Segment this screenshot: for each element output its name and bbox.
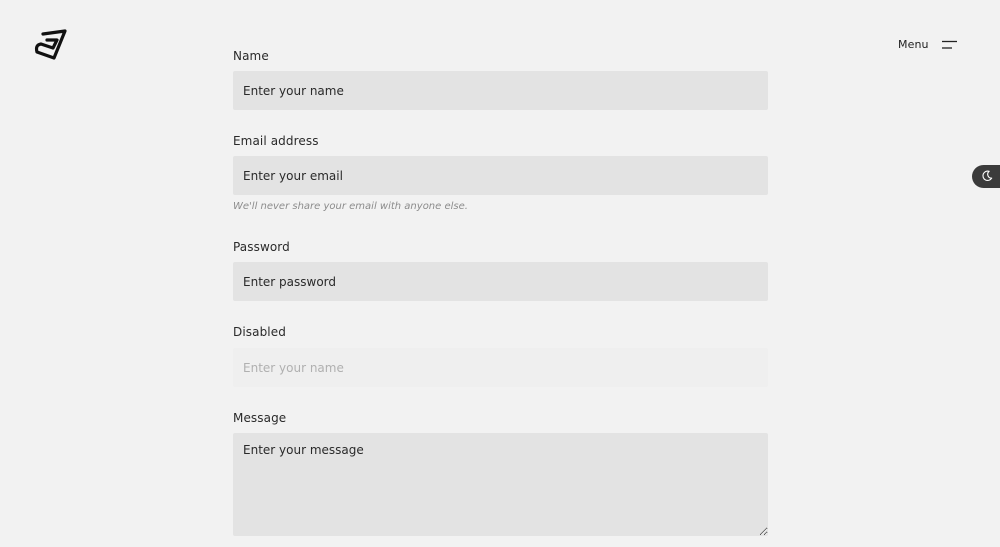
disabled-label: Disabled <box>233 325 286 339</box>
menu-button[interactable]: Menu <box>898 38 958 51</box>
name-input[interactable] <box>233 71 768 110</box>
name-label: Name <box>233 49 269 63</box>
menu-label: Menu <box>898 38 929 51</box>
theme-toggle-button[interactable] <box>972 165 1000 188</box>
page: Menu Name Email address We'll never shar… <box>0 0 1000 547</box>
email-input[interactable] <box>233 156 768 195</box>
email-help-text: We'll never share your email with anyone… <box>233 201 468 212</box>
brand-logo-icon[interactable] <box>33 28 69 62</box>
password-label: Password <box>233 240 290 254</box>
message-textarea[interactable] <box>233 433 768 536</box>
message-label: Message <box>233 411 287 425</box>
hamburger-menu-icon <box>941 40 958 50</box>
moon-icon <box>981 167 993 186</box>
password-input[interactable] <box>233 262 768 301</box>
disabled-input <box>233 348 768 387</box>
email-label: Email address <box>233 134 319 148</box>
